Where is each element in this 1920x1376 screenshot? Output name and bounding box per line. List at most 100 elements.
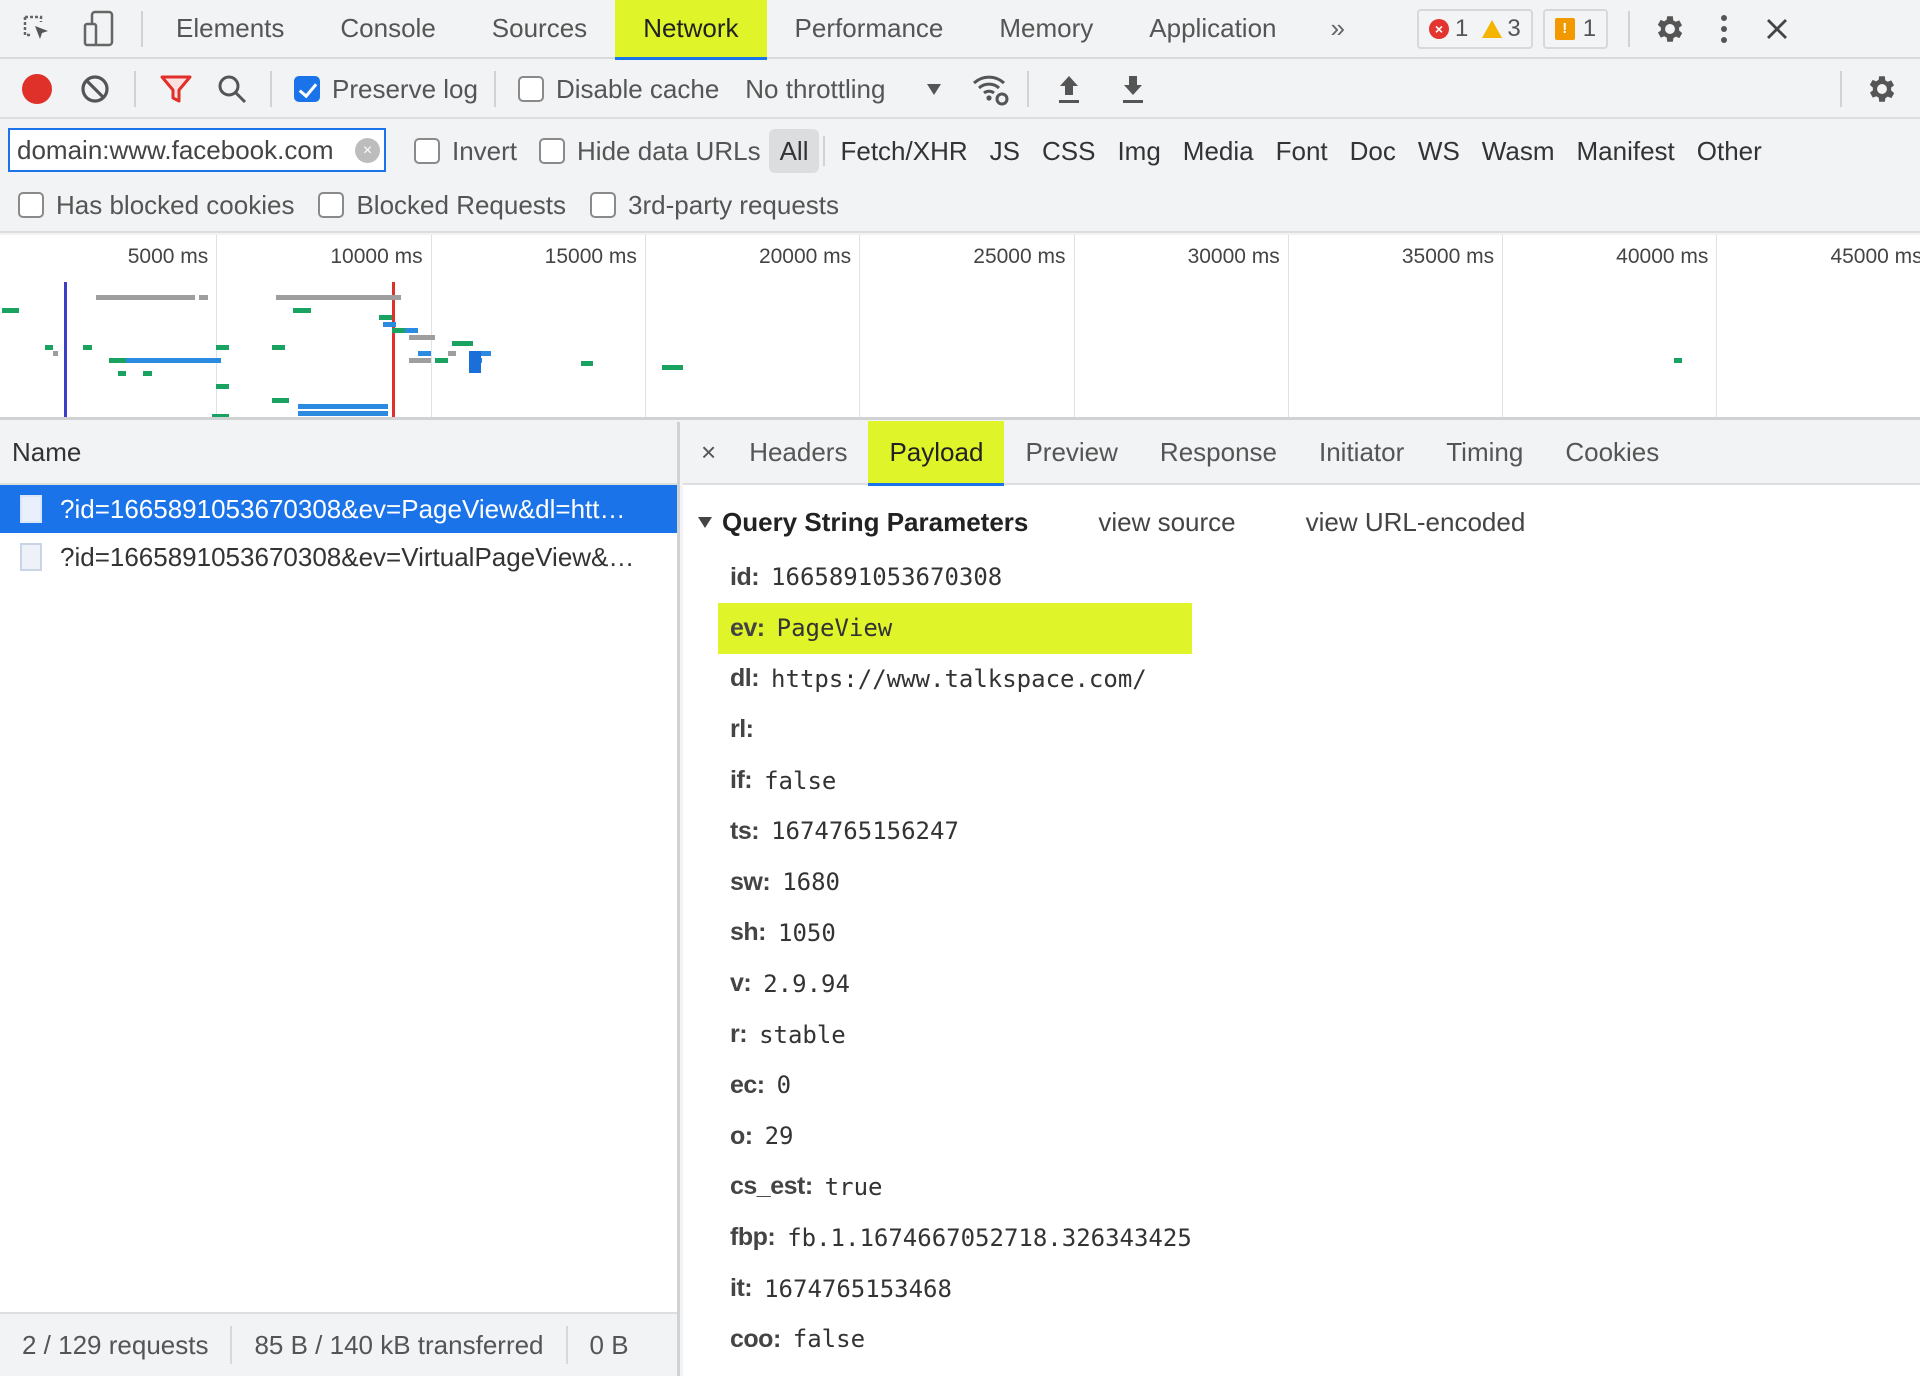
throttling-value: No throttling <box>745 73 886 104</box>
invert-checkbox[interactable] <box>414 138 440 164</box>
type-filter-font[interactable]: Font <box>1265 129 1339 173</box>
more-tabs-chevron-icon[interactable]: » <box>1331 13 1345 44</box>
overview-gridline <box>859 235 861 417</box>
param-key: v: <box>730 969 752 998</box>
overview-tick-label: 15000 ms <box>544 245 637 268</box>
upload-har-icon[interactable] <box>1053 71 1085 107</box>
inspect-element-icon[interactable] <box>17 9 57 49</box>
warning-count: 3 <box>1507 14 1521 42</box>
tab-application[interactable]: Application <box>1121 0 1304 58</box>
query-param: ec: 0 <box>730 1060 1192 1111</box>
query-param: if: false <box>730 755 1192 806</box>
request-row[interactable]: ?id=1665891053670308&ev=PageView&dl=htt… <box>0 485 677 533</box>
section-title: Query String Parameters <box>722 506 1029 537</box>
download-har-icon[interactable] <box>1117 71 1149 107</box>
type-filter-all[interactable]: All <box>768 129 820 173</box>
tab-response[interactable]: Response <box>1139 421 1298 484</box>
query-string-section-header[interactable]: Query String Parameters view source view… <box>698 502 1525 542</box>
tab-cookies[interactable]: Cookies <box>1544 421 1680 484</box>
preserve-log-checkbox[interactable] <box>294 76 320 102</box>
tab-preview[interactable]: Preview <box>1004 421 1138 484</box>
gear-icon[interactable] <box>1650 9 1690 49</box>
error-count: 1 <box>1454 14 1469 42</box>
param-key: ec: <box>730 1070 765 1099</box>
query-param: coo: false <box>730 1314 1192 1365</box>
tab-headers[interactable]: Headers <box>728 421 868 484</box>
overview-request-bar <box>297 410 388 416</box>
tab-network[interactable]: Network <box>615 0 767 60</box>
close-icon[interactable] <box>1762 9 1792 49</box>
blocked-requests-checkbox[interactable] <box>318 192 345 218</box>
wifi-settings-icon[interactable] <box>971 69 1011 109</box>
tab-memory[interactable]: Memory <box>971 0 1121 58</box>
param-value: false <box>792 1325 866 1354</box>
hide-data-urls-label: Hide data URLs <box>577 135 761 166</box>
close-detail-icon[interactable]: × <box>701 437 716 468</box>
type-filter-fetch-xhr[interactable]: Fetch/XHR <box>829 129 978 173</box>
overview-request-bar <box>272 397 290 403</box>
type-filter-media[interactable]: Media <box>1172 129 1265 173</box>
overview-tick-label: 35000 ms <box>1401 245 1495 268</box>
throttling-select[interactable]: No throttling <box>745 73 942 105</box>
tab-performance[interactable]: Performance <box>767 0 972 58</box>
network-settings-gear-icon[interactable] <box>1862 69 1902 109</box>
type-filter-css[interactable]: CSS <box>1031 129 1106 173</box>
param-value: 0 <box>776 1071 792 1100</box>
overview-tick-label: 25000 ms <box>973 245 1066 268</box>
type-filter-js[interactable]: JS <box>979 129 1031 173</box>
param-key: coo: <box>730 1324 781 1353</box>
param-value: 2.9.94 <box>763 969 850 998</box>
request-row[interactable]: ?id=1665891053670308&ev=VirtualPageView&… <box>0 533 677 581</box>
tab-timing[interactable]: Timing <box>1425 421 1544 484</box>
tab-elements[interactable]: Elements <box>148 0 312 58</box>
param-key: o: <box>730 1121 753 1150</box>
issues-counter-button[interactable]: ! 1 <box>1542 8 1609 49</box>
type-filter-img[interactable]: Img <box>1106 129 1171 173</box>
tab-payload[interactable]: Payload <box>868 421 1005 486</box>
name-column-header[interactable]: Name <box>0 422 677 485</box>
param-value: 1680 <box>782 868 840 897</box>
tab-sources[interactable]: Sources <box>464 0 615 58</box>
type-filter-doc[interactable]: Doc <box>1339 129 1407 173</box>
search-icon[interactable] <box>214 71 250 107</box>
overview-gridline <box>644 235 646 417</box>
overview-request-bar <box>464 341 474 347</box>
overview-gridline <box>1502 235 1504 417</box>
domcontentloaded-marker <box>64 282 68 417</box>
filter-input[interactable]: domain:www.facebook.com × <box>8 128 386 172</box>
query-param: it: 1674765153468 <box>730 1263 1192 1314</box>
tab-initiator[interactable]: Initiator <box>1298 421 1425 484</box>
devtools-tab-bar: Elements Console Sources Network Perform… <box>0 0 1920 60</box>
view-source-link[interactable]: view source <box>1098 507 1235 538</box>
type-filter-other[interactable]: Other <box>1686 129 1773 173</box>
tab-console[interactable]: Console <box>312 0 463 58</box>
has-blocked-cookies-checkbox[interactable] <box>18 192 44 218</box>
disable-cache-checkbox[interactable] <box>517 76 544 102</box>
console-counters-button[interactable]: × 1 3 <box>1416 8 1533 49</box>
device-toolbar-icon[interactable] <box>79 9 119 49</box>
view-url-encoded-link[interactable]: view URL-encoded <box>1306 507 1526 538</box>
query-params-list: id: 1665891053670308 ev: PageView dl: https:/… <box>718 552 1192 1365</box>
clear-filter-icon[interactable]: × <box>355 138 380 163</box>
hide-data-urls-checkbox[interactable] <box>539 138 566 164</box>
third-party-requests-checkbox[interactable] <box>590 192 617 218</box>
clear-icon[interactable] <box>78 72 112 106</box>
divider <box>493 71 496 107</box>
overview-request-bar <box>212 414 230 417</box>
param-value: 1050 <box>778 918 836 947</box>
query-param: cs_est: true <box>730 1162 1192 1213</box>
type-filter-wasm[interactable]: Wasm <box>1471 129 1566 173</box>
overview-request-bar <box>392 328 405 334</box>
document-icon <box>20 495 42 523</box>
kebab-menu-icon[interactable] <box>1714 9 1734 49</box>
param-value: PageView <box>776 614 893 643</box>
type-filter-manifest[interactable]: Manifest <box>1566 129 1686 173</box>
overview-request-bar <box>44 344 54 350</box>
filter-icon[interactable] <box>158 71 194 107</box>
record-icon[interactable] <box>22 74 52 104</box>
issue-count: 1 <box>1582 14 1597 42</box>
network-overview-timeline[interactable]: 5000 ms 10000 ms 15000 ms 20000 ms 25000 ms 3… <box>0 235 1920 420</box>
type-filter-ws[interactable]: WS <box>1407 129 1471 173</box>
overview-request-bar <box>383 321 397 327</box>
param-value: stable <box>759 1020 846 1049</box>
